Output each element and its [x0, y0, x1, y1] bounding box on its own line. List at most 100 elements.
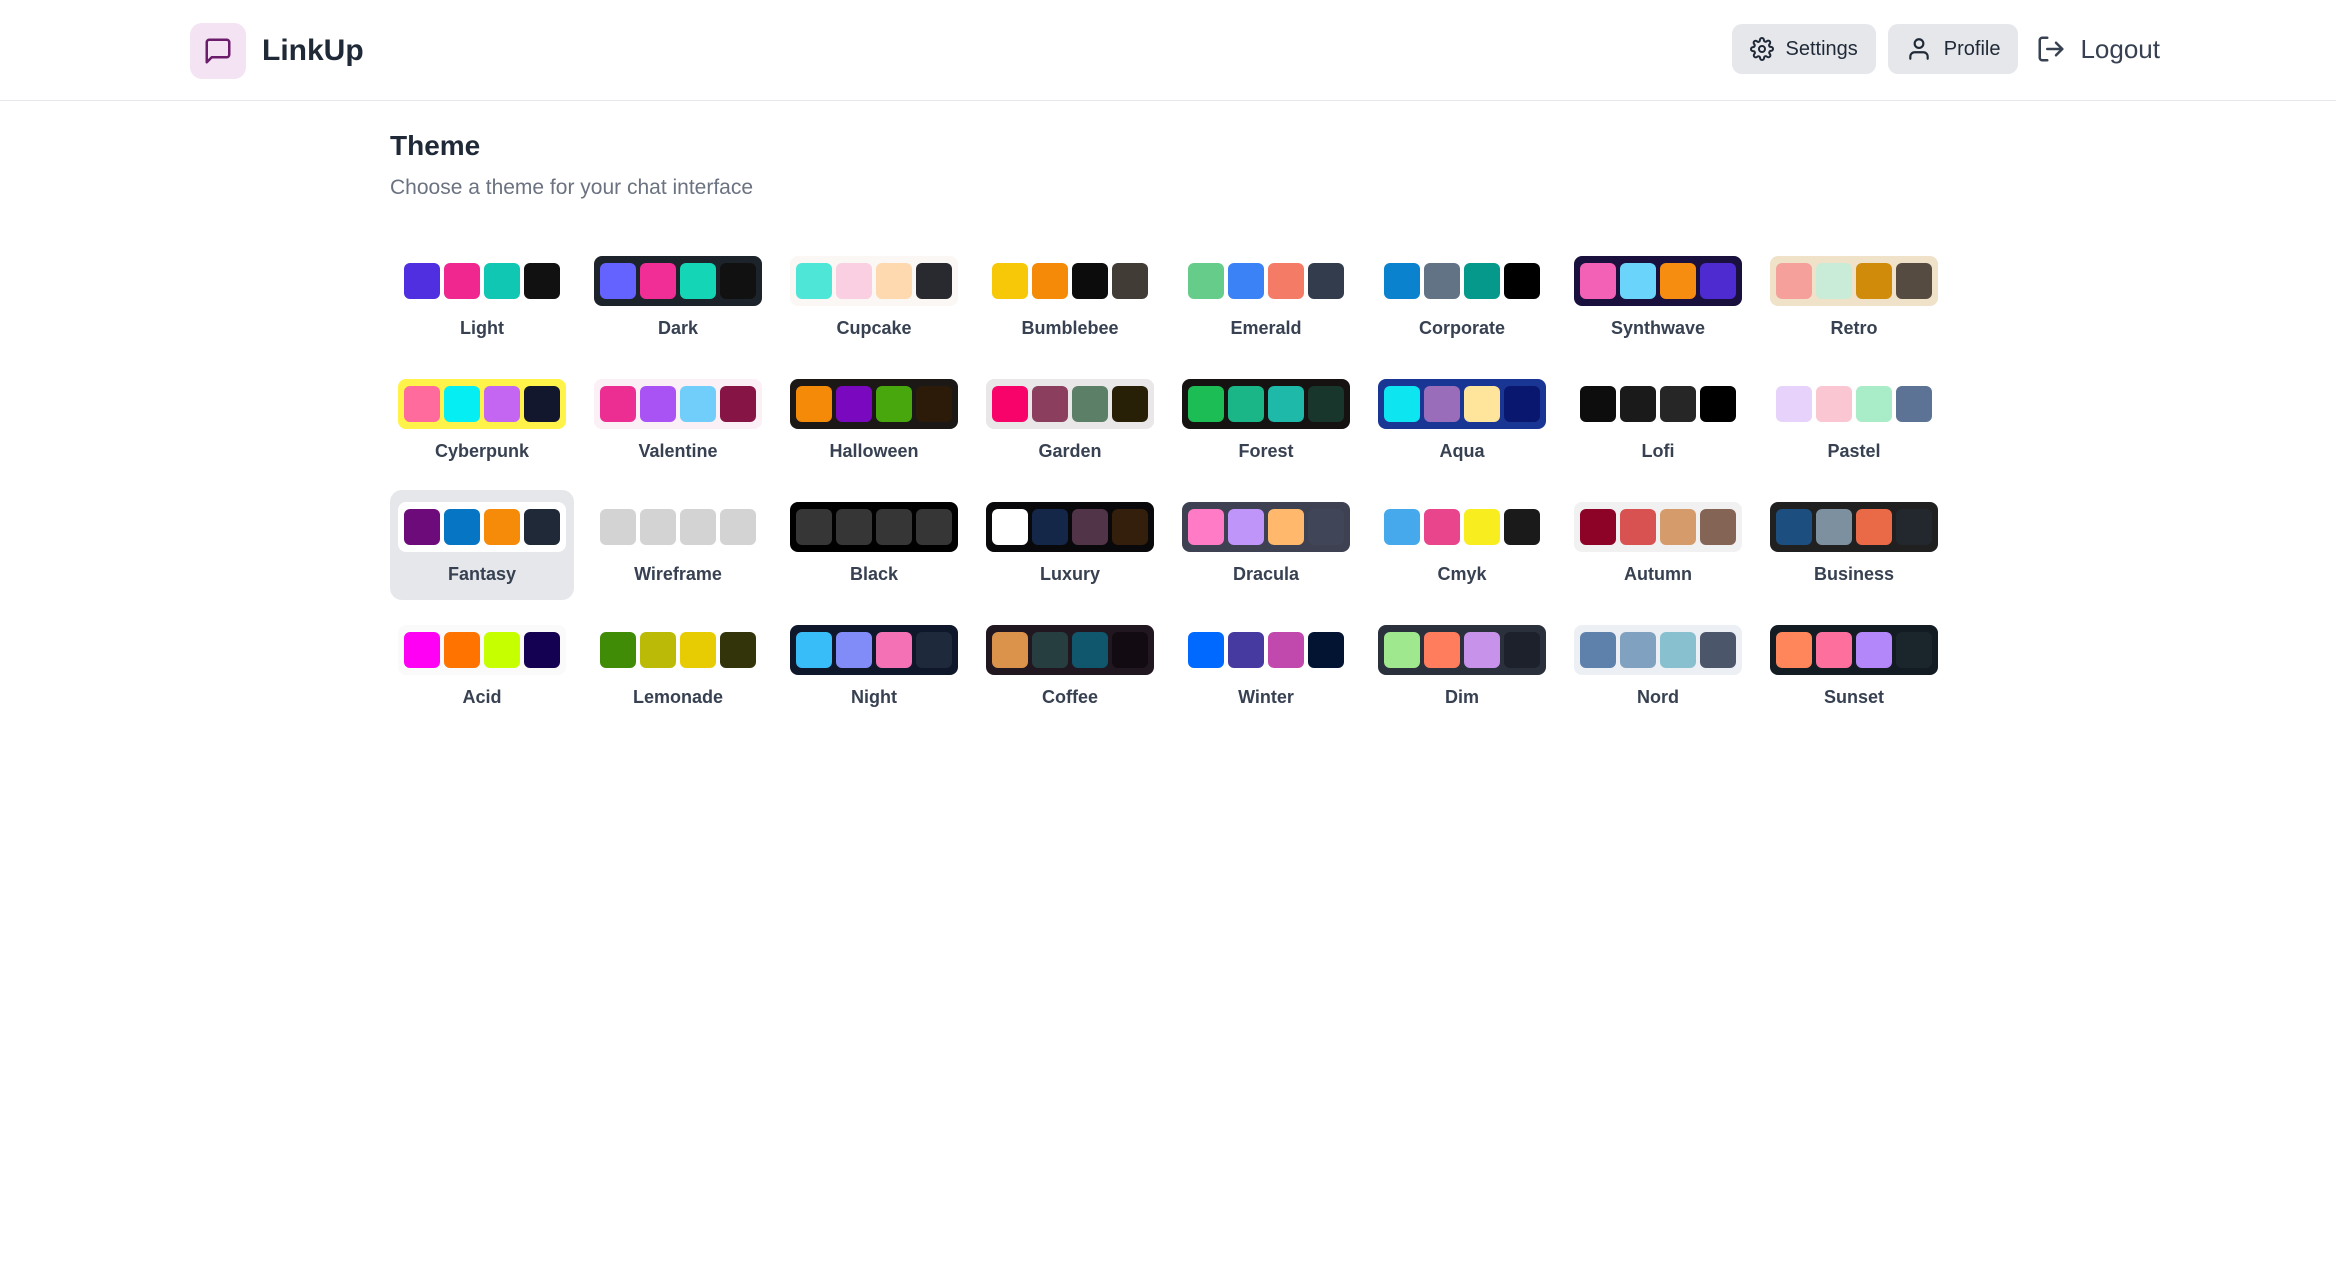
theme-option-bumblebee[interactable]: Bumblebee [978, 244, 1162, 354]
color-swatch [876, 386, 912, 422]
theme-option-halloween[interactable]: Halloween [782, 367, 966, 477]
theme-option-lemonade[interactable]: Lemonade [586, 613, 770, 723]
color-swatch [1504, 509, 1540, 545]
theme-preview [398, 379, 566, 429]
theme-preview [986, 625, 1154, 675]
color-swatch [1424, 632, 1460, 668]
color-swatch [1776, 509, 1812, 545]
theme-option-synthwave[interactable]: Synthwave [1566, 244, 1750, 354]
color-swatch [836, 386, 872, 422]
color-swatch [1072, 386, 1108, 422]
color-swatch [1660, 509, 1696, 545]
theme-option-forest[interactable]: Forest [1174, 367, 1358, 477]
color-swatch [1816, 386, 1852, 422]
theme-option-cupcake[interactable]: Cupcake [782, 244, 966, 354]
color-swatch [1504, 263, 1540, 299]
theme-option-sunset[interactable]: Sunset [1762, 613, 1946, 723]
theme-preview [1378, 625, 1546, 675]
theme-label: Coffee [1041, 687, 1098, 707]
profile-label: Profile [1943, 37, 2001, 60]
theme-option-wireframe[interactable]: Wireframe [586, 490, 770, 600]
color-swatch [1504, 632, 1540, 668]
theme-preview [1378, 502, 1546, 552]
theme-preview [1770, 625, 1938, 675]
color-swatch [444, 632, 480, 668]
theme-option-cmyk[interactable]: Cmyk [1370, 490, 1554, 600]
theme-label: Cupcake [836, 318, 912, 338]
theme-option-dim[interactable]: Dim [1370, 613, 1554, 723]
theme-option-acid[interactable]: Acid [390, 613, 574, 723]
color-swatch [680, 509, 716, 545]
logout-button[interactable]: Logout [2030, 24, 2160, 74]
theme-label: Dim [1444, 687, 1479, 707]
color-swatch [1268, 263, 1304, 299]
theme-option-autumn[interactable]: Autumn [1566, 490, 1750, 600]
color-swatch [876, 509, 912, 545]
theme-label: Autumn [1624, 564, 1692, 584]
color-swatch [876, 263, 912, 299]
theme-option-cyberpunk[interactable]: Cyberpunk [390, 367, 574, 477]
theme-preview [594, 625, 762, 675]
theme-option-luxury[interactable]: Luxury [978, 490, 1162, 600]
color-swatch [524, 509, 560, 545]
theme-preview [1574, 256, 1742, 306]
color-swatch [916, 386, 952, 422]
color-swatch [1660, 386, 1696, 422]
color-swatch [1384, 263, 1420, 299]
theme-option-corporate[interactable]: Corporate [1370, 244, 1554, 354]
color-swatch [1228, 263, 1264, 299]
theme-option-emerald[interactable]: Emerald [1174, 244, 1358, 354]
theme-option-nord[interactable]: Nord [1566, 613, 1750, 723]
color-swatch [992, 509, 1028, 545]
theme-label: Retro [1830, 318, 1878, 338]
theme-label: Pastel [1827, 441, 1881, 461]
color-swatch [1660, 632, 1696, 668]
theme-label: Cyberpunk [434, 441, 530, 461]
color-swatch [484, 263, 520, 299]
theme-option-dark[interactable]: Dark [586, 244, 770, 354]
color-swatch [1112, 386, 1148, 422]
gear-icon [1749, 37, 1774, 61]
theme-label: Cmyk [1437, 564, 1487, 584]
color-swatch [1620, 509, 1656, 545]
color-swatch [484, 386, 520, 422]
theme-preview [1378, 379, 1546, 429]
color-swatch [484, 509, 520, 545]
theme-option-lofi[interactable]: Lofi [1566, 367, 1750, 477]
theme-option-coffee[interactable]: Coffee [978, 613, 1162, 723]
theme-option-aqua[interactable]: Aqua [1370, 367, 1554, 477]
color-swatch [1856, 509, 1892, 545]
theme-option-pastel[interactable]: Pastel [1762, 367, 1946, 477]
settings-button[interactable]: Settings [1731, 24, 1876, 74]
color-swatch [1112, 509, 1148, 545]
theme-option-winter[interactable]: Winter [1174, 613, 1358, 723]
theme-option-black[interactable]: Black [782, 490, 966, 600]
theme-option-retro[interactable]: Retro [1762, 244, 1946, 354]
brand-link[interactable]: LinkUp [190, 23, 364, 79]
theme-preview [594, 502, 762, 552]
color-swatch [1268, 386, 1304, 422]
app-name: LinkUp [262, 34, 364, 67]
theme-option-night[interactable]: Night [782, 613, 966, 723]
profile-button[interactable]: Profile [1887, 24, 2019, 74]
theme-option-business[interactable]: Business [1762, 490, 1946, 600]
theme-settings-section: Theme Choose a theme for your chat inter… [390, 130, 1950, 707]
color-swatch [1620, 632, 1656, 668]
theme-preview [1574, 625, 1742, 675]
color-swatch [1308, 386, 1344, 422]
theme-option-garden[interactable]: Garden [978, 367, 1162, 477]
theme-label: Night [851, 687, 897, 707]
theme-option-valentine[interactable]: Valentine [586, 367, 770, 477]
theme-preview [790, 379, 958, 429]
color-swatch [1228, 509, 1264, 545]
theme-label: Winter [1238, 687, 1294, 707]
theme-label: Nord [1637, 687, 1679, 707]
color-swatch [600, 632, 636, 668]
theme-option-dracula[interactable]: Dracula [1174, 490, 1358, 600]
theme-option-fantasy[interactable]: Fantasy [390, 490, 574, 600]
theme-label: Acid [462, 687, 502, 707]
color-swatch [836, 263, 872, 299]
color-swatch [404, 263, 440, 299]
theme-option-light[interactable]: Light [390, 244, 574, 354]
color-swatch [1660, 263, 1696, 299]
